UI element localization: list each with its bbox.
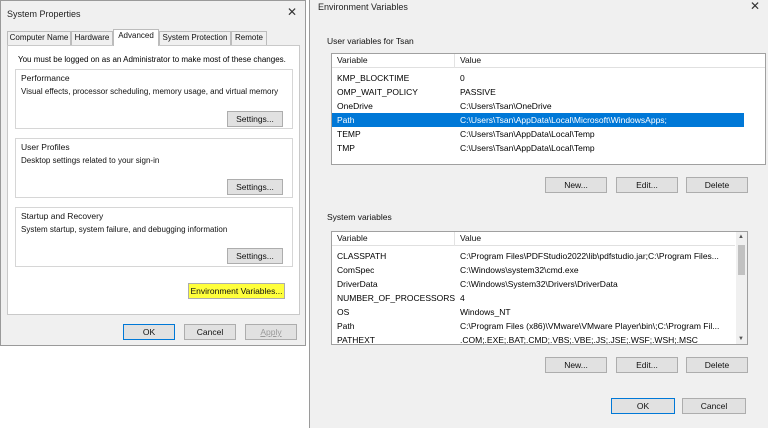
ev-cancel-button[interactable]: Cancel xyxy=(682,398,746,414)
table-row[interactable]: PATHEXT .COM;.EXE;.BAT;.CMD;.VBS;.VBE;.J… xyxy=(332,333,735,345)
startup-recovery-title: Startup and Recovery xyxy=(21,211,104,221)
tab-hardware[interactable]: Hardware xyxy=(71,31,113,45)
variable-name: NUMBER_OF_PROCESSORS xyxy=(337,293,456,303)
user-profiles-description: Desktop settings related to your sign-in xyxy=(21,156,160,165)
system-edit-button[interactable]: Edit... xyxy=(616,357,678,373)
system-properties-close-icon[interactable]: ✕ xyxy=(287,6,297,18)
performance-title: Performance xyxy=(21,73,70,83)
admin-note: You must be logged on as an Administrato… xyxy=(18,55,286,64)
system-col-value-header[interactable]: Value xyxy=(460,233,481,243)
user-profiles-settings-button[interactable]: Settings... xyxy=(227,179,283,195)
user-variables-header: Variable Value xyxy=(332,54,765,68)
user-profiles-title: User Profiles xyxy=(21,142,70,152)
variable-value: 0 xyxy=(460,73,465,83)
variable-value: Windows_NT xyxy=(460,307,511,317)
system-properties-title: System Properties xyxy=(7,9,81,19)
table-row[interactable]: Path C:\Program Files (x86)\VMware\VMwar… xyxy=(332,319,735,333)
user-delete-button[interactable]: Delete xyxy=(686,177,748,193)
scroll-up-icon[interactable]: ▲ xyxy=(736,234,746,240)
variable-value: C:\Users\Tsan\AppData\Local\Temp xyxy=(460,143,595,153)
variable-name: DriverData xyxy=(337,279,378,289)
variable-name: Path xyxy=(337,115,355,125)
startup-recovery-group: Startup and Recovery System startup, sys… xyxy=(15,207,293,267)
variable-name: OS xyxy=(337,307,350,317)
variable-value: 4 xyxy=(460,293,465,303)
startup-recovery-description: System startup, system failure, and debu… xyxy=(21,225,228,234)
table-row[interactable]: TMP C:\Users\Tsan\AppData\Local\Temp xyxy=(332,141,765,155)
user-col-divider[interactable] xyxy=(454,54,455,68)
variable-name: ComSpec xyxy=(337,265,375,275)
variable-name: Path xyxy=(337,321,355,331)
advanced-tab-panel: You must be logged on as an Administrato… xyxy=(7,45,300,315)
environment-variables-title: Environment Variables xyxy=(318,2,408,12)
sp-apply-button[interactable]: Apply xyxy=(245,324,297,340)
system-variables-list[interactable]: Variable Value CLASSPATH C:\Program File… xyxy=(331,231,748,345)
table-row[interactable]: OS Windows_NT xyxy=(332,305,735,319)
system-col-divider[interactable] xyxy=(454,232,455,246)
system-variables-label: System variables xyxy=(327,212,392,222)
table-row[interactable]: OneDrive C:\Users\Tsan\OneDrive xyxy=(332,99,765,113)
performance-group: Performance Visual effects, processor sc… xyxy=(15,69,293,129)
variable-name: CLASSPATH xyxy=(337,251,387,261)
user-variables-list[interactable]: Variable Value KMP_BLOCKTIME 0 OMP_WAIT_… xyxy=(331,53,766,165)
startup-recovery-settings-button[interactable]: Settings... xyxy=(227,248,283,264)
sp-cancel-button[interactable]: Cancel xyxy=(184,324,236,340)
system-new-button[interactable]: New... xyxy=(545,357,607,373)
tab-system-protection[interactable]: System Protection xyxy=(159,31,231,45)
table-row[interactable]: DriverData C:\Windows\System32\Drivers\D… xyxy=(332,277,735,291)
variable-name: KMP_BLOCKTIME xyxy=(337,73,410,83)
environment-variables-window: Environment Variables ✕ User variables f… xyxy=(309,0,768,428)
variable-name: OneDrive xyxy=(337,101,373,111)
variable-value: C:\Program Files (x86)\VMware\VMware Pla… xyxy=(460,321,720,331)
performance-description: Visual effects, processor scheduling, me… xyxy=(21,87,279,96)
variable-name: TMP xyxy=(337,143,355,153)
user-edit-button[interactable]: Edit... xyxy=(616,177,678,193)
tab-computer-name[interactable]: Computer Name xyxy=(7,31,71,45)
performance-settings-button[interactable]: Settings... xyxy=(227,111,283,127)
user-variables-label: User variables for Tsan xyxy=(327,36,414,46)
environment-variables-button[interactable]: Environment Variables... xyxy=(188,283,285,299)
variable-value: C:\Windows\system32\cmd.exe xyxy=(460,265,579,275)
system-properties-window: System Properties ✕ Computer Name Hardwa… xyxy=(0,0,306,346)
scroll-down-icon[interactable]: ▼ xyxy=(736,336,746,342)
variable-value: C:\Users\Tsan\AppData\Local\Temp xyxy=(460,129,595,139)
table-row[interactable]: OMP_WAIT_POLICY PASSIVE xyxy=(332,85,765,99)
user-profiles-group: User Profiles Desktop settings related t… xyxy=(15,138,293,198)
variable-name: OMP_WAIT_POLICY xyxy=(337,87,418,97)
scroll-thumb[interactable] xyxy=(738,245,745,275)
variable-value: C:\Windows\System32\Drivers\DriverData xyxy=(460,279,618,289)
table-row[interactable]: NUMBER_OF_PROCESSORS 4 xyxy=(332,291,735,305)
user-col-value-header[interactable]: Value xyxy=(460,55,481,65)
variable-value: C:\Users\Tsan\OneDrive xyxy=(460,101,552,111)
variable-value: C:\Users\Tsan\AppData\Local\Microsoft\Wi… xyxy=(460,115,667,125)
variable-value: .COM;.EXE;.BAT;.CMD;.VBS;.VBE;.JS;.JSE;.… xyxy=(460,335,698,345)
table-row[interactable]: ComSpec C:\Windows\system32\cmd.exe xyxy=(332,263,735,277)
variable-value: PASSIVE xyxy=(460,87,496,97)
ev-ok-button[interactable]: OK xyxy=(611,398,675,414)
system-delete-button[interactable]: Delete xyxy=(686,357,748,373)
sp-ok-button[interactable]: OK xyxy=(123,324,175,340)
table-row[interactable]: TEMP C:\Users\Tsan\AppData\Local\Temp xyxy=(332,127,765,141)
table-row-selected[interactable]: Path C:\Users\Tsan\AppData\Local\Microso… xyxy=(332,113,744,127)
table-row[interactable]: CLASSPATH C:\Program Files\PDFStudio2022… xyxy=(332,249,735,263)
user-col-variable-header[interactable]: Variable xyxy=(337,55,368,65)
user-new-button[interactable]: New... xyxy=(545,177,607,193)
tab-remote[interactable]: Remote xyxy=(231,31,267,45)
variable-value: C:\Program Files\PDFStudio2022\lib\pdfst… xyxy=(460,251,719,261)
system-variables-header: Variable Value xyxy=(332,232,735,246)
system-col-variable-header[interactable]: Variable xyxy=(337,233,368,243)
environment-variables-close-icon[interactable]: ✕ xyxy=(750,0,760,12)
table-row[interactable]: KMP_BLOCKTIME 0 xyxy=(332,71,765,85)
system-variables-scrollbar[interactable]: ▲ ▼ xyxy=(736,232,747,344)
variable-name: PATHEXT xyxy=(337,335,375,345)
tab-advanced[interactable]: Advanced xyxy=(113,29,159,46)
variable-name: TEMP xyxy=(337,129,361,139)
